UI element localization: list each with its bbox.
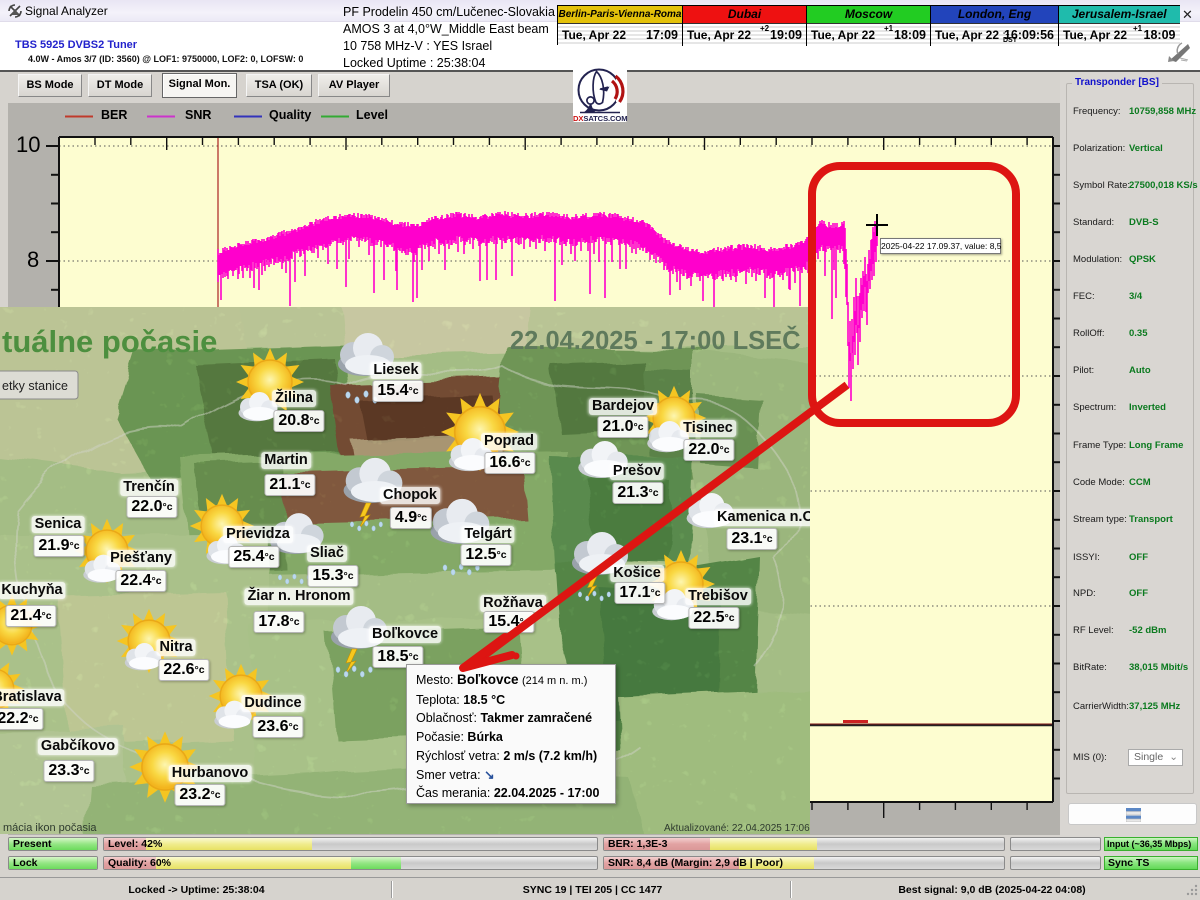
svg-text:tuálne počasie: tuálne počasie	[2, 324, 217, 359]
svg-text:mácia ikon počasia: mácia ikon počasia	[3, 822, 97, 834]
svg-text:22.04.2025 - 17:00 LSEČ: 22.04.2025 - 17:00 LSEČ	[510, 325, 801, 355]
svg-text:etky stanice: etky stanice	[2, 379, 68, 393]
svg-text:Aktualizované: 22.04.2025 17:0: Aktualizované: 22.04.2025 17:06 LSEČ	[664, 821, 810, 834]
